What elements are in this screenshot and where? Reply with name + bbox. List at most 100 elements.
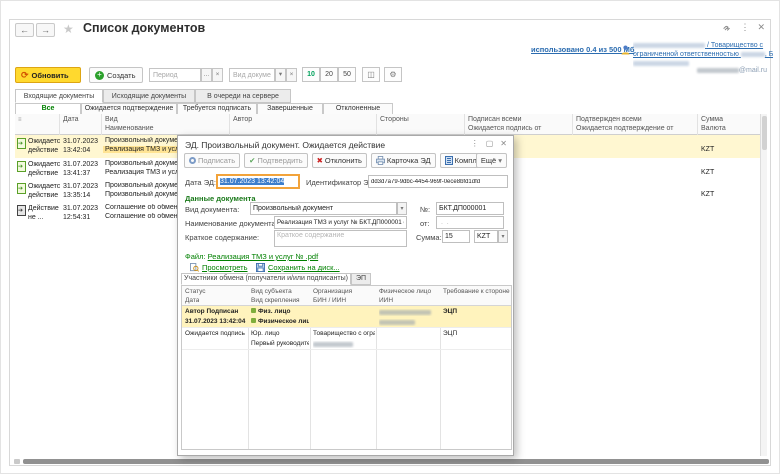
tab-incoming[interactable]: Входящие документы bbox=[15, 89, 103, 103]
file-link[interactable]: Реализация ТМЗ и услуг № .pdf bbox=[208, 252, 319, 261]
print-icon bbox=[376, 156, 385, 165]
favorite-star-icon[interactable]: ★ bbox=[63, 22, 74, 36]
col-confirmed-all: Подтвержден всеми bbox=[576, 116, 642, 123]
row-currency: KZT bbox=[701, 169, 741, 176]
row-status: Ожидается действие bbox=[28, 182, 60, 200]
forward-button[interactable]: → bbox=[36, 23, 55, 37]
p-cert: Физическое лицо bbox=[258, 318, 309, 325]
period-input[interactable] bbox=[149, 68, 201, 82]
page-title: Список документов bbox=[83, 21, 205, 35]
storage-usage-link[interactable]: использовано 0.4 из 500 Мб bbox=[531, 45, 635, 54]
document-status-icon bbox=[17, 205, 26, 216]
ed-card-button[interactable]: Карточка ЭД bbox=[371, 153, 436, 168]
columns-icon: ◫ bbox=[367, 70, 375, 79]
col-author: Автор bbox=[233, 116, 252, 123]
ed-date-field[interactable]: 31.07.2023 13:42:04 bbox=[216, 174, 300, 189]
p-org: Товарищество с огран... bbox=[313, 330, 375, 337]
pcol-org: Организация bbox=[313, 288, 352, 295]
doc-from-date-field[interactable] bbox=[436, 216, 504, 229]
participants-table[interactable]: Статус Дата Вид субъекта Вид скрепления … bbox=[181, 285, 512, 450]
sign-label: Подписать bbox=[198, 156, 235, 165]
pcol-subject: Вид субъекта bbox=[251, 288, 292, 295]
forward-icon: → bbox=[41, 25, 50, 35]
confirm-button[interactable]: ✔ Подтвердить bbox=[244, 153, 307, 168]
window-close-icon[interactable]: ✕ bbox=[757, 22, 765, 33]
horizontal-scrollbar[interactable] bbox=[23, 459, 769, 464]
redacted-org-name bbox=[741, 52, 765, 57]
page-size-20[interactable]: 20 bbox=[320, 67, 338, 82]
decline-button[interactable]: ✖ Отклонить bbox=[312, 153, 367, 168]
modal-more-icon[interactable]: ⋮ bbox=[471, 139, 479, 148]
document-status-icon bbox=[17, 161, 26, 172]
col-kind: Вид bbox=[105, 116, 118, 123]
user-email: @mail.ru bbox=[697, 67, 767, 74]
save-to-disk-link[interactable]: Сохранить на диск... bbox=[256, 263, 340, 272]
sum-field[interactable] bbox=[442, 230, 470, 243]
more-label: Ещё bbox=[481, 156, 496, 165]
get-link-icon[interactable] bbox=[723, 23, 732, 32]
list-settings-button[interactable]: ⚙ bbox=[384, 67, 402, 82]
currency-dropdown-button[interactable]: ▾ bbox=[498, 230, 508, 243]
doc-kind-field[interactable] bbox=[250, 202, 397, 215]
col-signed-all: Подписан всеми bbox=[468, 116, 522, 123]
create-button[interactable]: + Создать bbox=[89, 67, 143, 83]
tab-exchange-participants[interactable]: Участники обмена (получатели и/или подпи… bbox=[181, 273, 351, 285]
period-clear-button[interactable]: × bbox=[212, 68, 223, 82]
summary-field[interactable] bbox=[274, 230, 407, 247]
document-data-section-title: Данные документа bbox=[185, 194, 256, 203]
tab-server-queue[interactable]: В очереди на сервере bbox=[195, 89, 291, 103]
p-subject: Физ. лицо bbox=[258, 308, 290, 315]
list-vertical-scrollbar[interactable] bbox=[760, 114, 767, 456]
create-plus-icon: + bbox=[95, 71, 104, 80]
doc-num-field[interactable] bbox=[436, 202, 504, 215]
document-status-icon bbox=[17, 138, 26, 149]
doc-type-clear-button[interactable]: × bbox=[286, 68, 297, 82]
doc-kind-dropdown-button[interactable]: ▾ bbox=[397, 202, 407, 215]
decline-label: Отклонить bbox=[325, 156, 362, 165]
col-awaiting-confirm: Ожидается подтверждение от bbox=[576, 125, 674, 132]
row-currency: KZT bbox=[701, 146, 741, 153]
columns-view-button[interactable]: ◫ bbox=[362, 67, 380, 82]
redacted-org-bin bbox=[633, 61, 689, 66]
confirm-label: Подтвердить bbox=[257, 156, 302, 165]
more-button[interactable]: Ещё ▾ bbox=[476, 153, 507, 168]
ed-id-field[interactable] bbox=[368, 175, 508, 188]
back-button[interactable]: ← bbox=[15, 23, 34, 37]
window-more-icon[interactable]: ⋮ bbox=[740, 22, 749, 33]
p-status: Автор Подписан bbox=[185, 308, 247, 315]
sign-button[interactable]: Подписать bbox=[184, 153, 240, 168]
doc-name-field[interactable] bbox=[274, 216, 407, 229]
row-date: 31.07.2023 13:35:14 bbox=[63, 182, 103, 200]
refresh-button[interactable]: ⟳ Обновить bbox=[15, 67, 81, 83]
view-file-icon bbox=[190, 263, 199, 272]
view-file-link[interactable]: Просмотреть bbox=[190, 263, 248, 272]
tab-outgoing[interactable]: Исходящие документы bbox=[103, 89, 195, 103]
scrollbar-thumb[interactable] bbox=[762, 116, 767, 150]
participant-row-2[interactable]: Ожидается подпись Юр. лицо Первый руково… bbox=[182, 328, 511, 350]
doc-type-input[interactable] bbox=[229, 68, 275, 82]
ed-card-label: Карточка ЭД bbox=[387, 156, 431, 165]
org-text-3: , БИН bbox=[765, 51, 773, 58]
hscroll-stub[interactable] bbox=[14, 459, 20, 464]
account-org-link[interactable]: / Товарищество с ограниченной ответствен… bbox=[633, 41, 773, 68]
period-pick-button[interactable]: ... bbox=[201, 68, 212, 82]
page-size-50[interactable]: 50 bbox=[338, 67, 356, 82]
modal-maximize-icon[interactable]: ▢ bbox=[486, 139, 494, 148]
page-size-10[interactable]: 10 bbox=[302, 67, 320, 82]
modal-close-icon[interactable]: ✕ bbox=[500, 139, 507, 148]
tab-ep[interactable]: ЭП bbox=[351, 273, 371, 285]
app-screen: ← → ★ Список документов ⋮ ✕ использовано… bbox=[0, 0, 780, 474]
save-to-disk-label: Сохранить на диск... bbox=[268, 263, 340, 272]
cert-type-icon bbox=[251, 318, 256, 323]
email-suffix: @mail.ru bbox=[739, 67, 767, 74]
p-date: 31.07.2023 13:42:04 bbox=[185, 318, 247, 325]
doc-type-dropdown-button[interactable]: ▾ bbox=[275, 68, 286, 82]
ed-date-label: Дата ЭД: bbox=[185, 178, 216, 187]
save-disk-icon bbox=[256, 263, 265, 272]
list-header[interactable]: ≡ Дата Вид Наименование Автор Стороны По… bbox=[15, 114, 767, 135]
p-cert: Первый руководитель bbox=[251, 340, 309, 347]
participant-row-1[interactable]: Автор Подписан 31.07.2023 13:42:04 Физ. … bbox=[182, 306, 511, 328]
redacted-email-prefix bbox=[697, 68, 739, 73]
org-text-2: ограниченной ответственностью bbox=[633, 51, 739, 58]
currency-field[interactable] bbox=[474, 230, 498, 243]
